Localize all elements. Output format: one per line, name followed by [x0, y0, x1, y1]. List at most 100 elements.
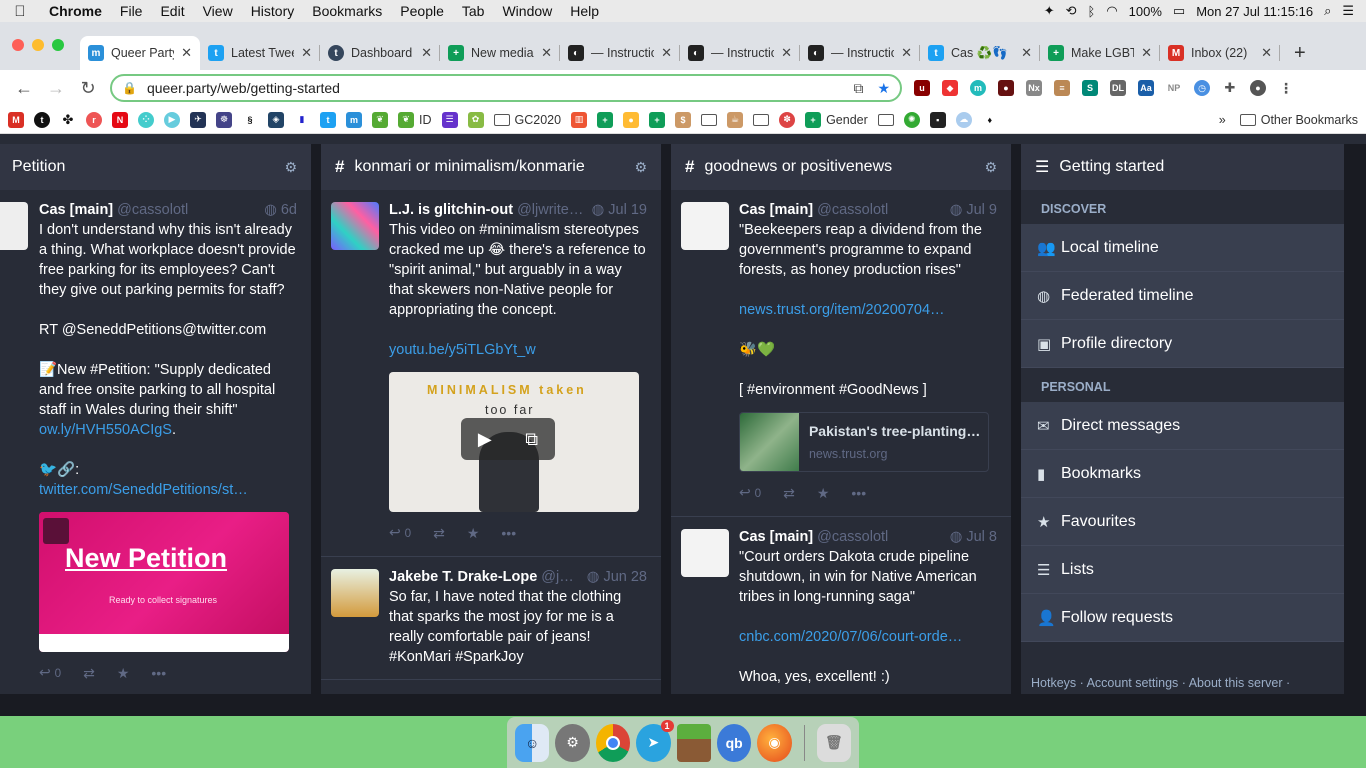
- netflix-bookmark-icon[interactable]: N: [112, 111, 128, 128]
- dropbox-icon[interactable]: ✦: [1044, 3, 1055, 19]
- nav-local-timeline[interactable]: 👥 Local timeline: [1021, 224, 1344, 272]
- bookmark-star-icon[interactable]: ★: [877, 80, 890, 97]
- avatar[interactable]: [681, 529, 729, 577]
- chrome-icon[interactable]: [595, 723, 631, 762]
- mastodon-bookmark-icon[interactable]: m: [346, 111, 362, 128]
- extension-books-icon[interactable]: ≡: [1054, 80, 1070, 96]
- display-name[interactable]: L.J. is glitchin-out: [389, 200, 513, 220]
- extension-nx-icon[interactable]: Nx: [1026, 80, 1042, 96]
- getting-started-header[interactable]: ☰ Getting started: [1021, 144, 1344, 190]
- favourite-icon[interactable]: ★: [467, 523, 480, 543]
- bookmark-icon-cup[interactable]: ☕: [727, 111, 744, 128]
- timemachine-icon[interactable]: ⟲: [1066, 3, 1077, 19]
- avatar[interactable]: [0, 202, 28, 250]
- close-tab-icon[interactable]: ✕: [661, 45, 672, 61]
- status-link-2[interactable]: twitter.com/SeneddPetitions/st…: [39, 480, 297, 500]
- dictionary-icon[interactable]: Aa: [1138, 80, 1154, 96]
- tab-instructions-2[interactable]: ◐ — Instructions ✕: [680, 36, 800, 70]
- menu-history[interactable]: History: [242, 3, 304, 19]
- menu-people[interactable]: People: [391, 3, 453, 19]
- bookmark-icon-9[interactable]: ☸: [216, 111, 232, 128]
- close-tab-icon[interactable]: ✕: [301, 45, 312, 61]
- dots-bookmark-icon[interactable]: ⁘: [138, 111, 154, 128]
- column-header[interactable]: # konmari or minimalism/konmarie ⚙: [321, 144, 661, 190]
- trash-icon[interactable]: 🗑: [816, 723, 852, 762]
- status-link[interactable]: cnbc.com/2020/07/06/court-orde…: [739, 627, 997, 647]
- tumblr-bookmark-icon[interactable]: t: [34, 111, 50, 128]
- link-preview-card[interactable]: Pakistan's tree-planting p… news.trust.o…: [739, 412, 989, 472]
- account-handle[interactable]: @cassolotl: [117, 200, 256, 220]
- chevron-right-icon[interactable]: »: [1219, 113, 1226, 127]
- nav-follow-requests[interactable]: 👤 Follow requests: [1021, 594, 1344, 642]
- sprout-bookmark-icon[interactable]: ✿: [467, 111, 484, 128]
- sheets-bookmark-icon-2[interactable]: +: [649, 111, 666, 128]
- folder-icon[interactable]: [877, 113, 894, 126]
- extension-np-icon[interactable]: NP: [1166, 80, 1182, 96]
- bluetooth-icon[interactable]: ᛒ: [1088, 4, 1096, 19]
- mushroom-bookmark-icon[interactable]: ✽: [779, 111, 796, 128]
- apple-icon[interactable]: : [0, 3, 40, 20]
- reload-icon[interactable]: ↻: [72, 78, 104, 99]
- more-icon[interactable]: •••: [501, 523, 516, 543]
- tab-cas-twitter[interactable]: t Cas ♻️👣 ✕: [920, 36, 1040, 70]
- address-bar[interactable]: 🔒 queer.party/web/getting-started ⧉ ★: [110, 74, 902, 102]
- more-icon[interactable]: •••: [851, 483, 866, 503]
- bookmark-icon-chart[interactable]: ▥: [571, 111, 588, 128]
- avatar[interactable]: [681, 202, 729, 250]
- r-bookmark-icon[interactable]: r: [86, 111, 102, 128]
- tab-queer-party[interactable]: m Queer Party ✕: [80, 36, 200, 70]
- timestamp[interactable]: ◍ 6d: [264, 200, 297, 220]
- close-tab-icon[interactable]: ✕: [541, 45, 552, 61]
- display-name[interactable]: Jakebe T. Drake-Lope: [389, 567, 537, 587]
- leaf-bookmark-icon[interactable]: ❦: [372, 111, 388, 128]
- play-icon[interactable]: ▶: [478, 429, 492, 449]
- status-item[interactable]: Cas [main] @cassolotl ◍ Jul 8 "Court orde…: [671, 517, 1011, 694]
- timestamp[interactable]: ◍ Jul 8: [950, 527, 997, 547]
- nav-profile-directory[interactable]: ▣ Profile directory: [1021, 320, 1344, 368]
- forward-icon[interactable]: →: [40, 78, 72, 99]
- avatar[interactable]: [331, 569, 379, 617]
- extension-s-icon[interactable]: S: [1082, 80, 1098, 96]
- play-bookmark-icon[interactable]: ▶: [164, 111, 180, 128]
- close-window-button[interactable]: [12, 39, 24, 51]
- column-header[interactable]: Petition ⚙: [0, 144, 311, 190]
- system-preferences-icon[interactable]: ⚙: [555, 723, 590, 762]
- bbc-bookmark-icon[interactable]: ▪: [929, 111, 946, 128]
- nav-favourites[interactable]: ★ Favourites: [1021, 498, 1344, 546]
- account-handle[interactable]: @ljwrite…: [517, 200, 584, 220]
- extension-dl-icon[interactable]: DL: [1110, 80, 1126, 96]
- status-link[interactable]: ow.ly/HVH550ACIgS: [39, 422, 172, 438]
- nav-bookmarks[interactable]: ▮ Bookmarks: [1021, 450, 1344, 498]
- bookmark-id[interactable]: ❦ ID: [398, 111, 432, 128]
- clock[interactable]: Mon 27 Jul 11:15:16: [1196, 4, 1313, 19]
- status-item[interactable]: Cas [main] @cassolotl ◍ 6d I don't unders…: [0, 190, 311, 694]
- bookmark-icon-10[interactable]: §: [242, 111, 258, 128]
- finder-icon[interactable]: ☺: [515, 723, 550, 762]
- wifi-icon[interactable]: ◠: [1106, 3, 1117, 19]
- new-tab-button[interactable]: +: [1280, 36, 1320, 70]
- close-tab-icon[interactable]: ✕: [781, 45, 792, 61]
- close-tab-icon[interactable]: ✕: [1261, 45, 1272, 61]
- tab-inbox[interactable]: M Inbox (22) ✕: [1160, 36, 1280, 70]
- close-tab-icon[interactable]: ✕: [901, 45, 912, 61]
- display-name[interactable]: Cas [main]: [739, 527, 813, 547]
- bookmark-gender[interactable]: + Gender: [805, 111, 868, 128]
- column-settings-icon[interactable]: ⚙: [984, 159, 997, 176]
- external-link-icon[interactable]: ⧉: [525, 429, 538, 449]
- virus-bookmark-icon[interactable]: ✺: [903, 111, 920, 128]
- menu-edit[interactable]: Edit: [151, 3, 193, 19]
- status-item[interactable]: Jakebe T. Drake-Lope @ja… ◍ Jun 28 So far…: [321, 557, 661, 680]
- puzzle-icon[interactable]: ✚: [1222, 80, 1238, 96]
- boost-icon[interactable]: ⇄: [83, 663, 95, 683]
- menu-app-name[interactable]: Chrome: [40, 3, 111, 19]
- menu-kebab-icon[interactable]: ⋮: [1278, 80, 1294, 96]
- menu-help[interactable]: Help: [561, 3, 608, 19]
- french-flag-icon[interactable]: ▮: [294, 111, 310, 128]
- extension-clock-icon[interactable]: ◷: [1194, 80, 1210, 96]
- flame-bookmark-icon[interactable]: ♦: [981, 111, 998, 128]
- lock-icon[interactable]: 🔒: [122, 81, 137, 95]
- nav-federated-timeline[interactable]: ◍ Federated timeline: [1021, 272, 1344, 320]
- firefox-icon[interactable]: ◉: [757, 723, 792, 762]
- favourite-icon[interactable]: ★: [817, 483, 830, 503]
- account-handle[interactable]: @cassolotl: [817, 527, 942, 547]
